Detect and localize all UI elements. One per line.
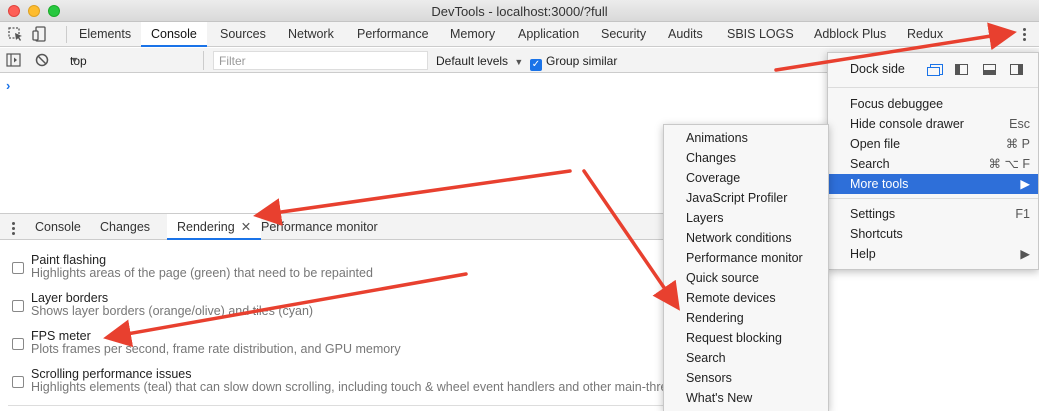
more-tools-item-request-blocking[interactable]: Request blocking xyxy=(664,328,828,348)
more-tools-menu: Animations Changes Coverage JavaScript P… xyxy=(663,124,829,411)
more-tools-item-coverage[interactable]: Coverage xyxy=(664,168,828,188)
dock-right-icon[interactable] xyxy=(1010,64,1023,75)
option-description: Shows layer borders (orange/olive) and t… xyxy=(31,304,314,318)
more-tools-item-changes[interactable]: Changes xyxy=(664,148,828,168)
option-description: Plots frames per second, frame rate dist… xyxy=(31,342,401,356)
dock-left-icon[interactable] xyxy=(955,64,968,75)
context-selector[interactable]: top ▼ xyxy=(62,51,204,70)
filter-input[interactable]: Filter xyxy=(213,51,428,70)
tab-security[interactable]: Security xyxy=(591,22,656,47)
more-tools-item-sensors[interactable]: Sensors xyxy=(664,368,828,388)
toolbar-divider xyxy=(66,26,67,43)
more-tools-item-quick-source[interactable]: Quick source xyxy=(664,268,828,288)
chevron-down-icon: ▼ xyxy=(514,57,524,67)
chevron-right-icon: ▶ xyxy=(1020,247,1030,261)
tab-memory[interactable]: Memory xyxy=(440,22,505,47)
close-icon[interactable]: ✕ xyxy=(241,220,251,234)
more-tools-item-network-conditions[interactable]: Network conditions xyxy=(664,228,828,248)
tab-elements[interactable]: Elements xyxy=(69,22,141,47)
undock-icon[interactable] xyxy=(927,64,943,76)
menu-separator xyxy=(828,87,1038,88)
fps-meter-checkbox[interactable] xyxy=(12,338,24,350)
menu-item-shortcuts[interactable]: Shortcuts xyxy=(828,224,1038,244)
customize-devtools-icon[interactable] xyxy=(1023,28,1027,43)
log-levels-dropdown[interactable]: Default levels ▼ xyxy=(436,54,523,68)
more-tools-item-performance-monitor[interactable]: Performance monitor xyxy=(664,248,828,268)
drawer-tab-console[interactable]: Console xyxy=(25,214,91,240)
menu-item-hide-console-drawer[interactable]: Hide console drawer Esc xyxy=(828,114,1038,134)
option-title: Layer borders xyxy=(31,291,109,305)
menu-item-more-tools[interactable]: More tools ▶ xyxy=(828,174,1038,194)
inspect-element-icon[interactable] xyxy=(7,26,25,42)
more-tools-item-remote-devices[interactable]: Remote devices xyxy=(664,288,828,308)
more-tools-item-animations[interactable]: Animations xyxy=(664,128,828,148)
group-similar-label: Group similar xyxy=(546,54,618,68)
menu-item-settings[interactable]: Settings F1 xyxy=(828,204,1038,224)
tab-sbis-logs[interactable]: SBIS LOGS xyxy=(717,22,804,47)
tab-adblock-plus[interactable]: Adblock Plus xyxy=(804,22,896,47)
main-tab-bar: Elements Console Sources Network Perform… xyxy=(0,22,1039,47)
more-tools-item-javascript-profiler[interactable]: JavaScript Profiler xyxy=(664,188,828,208)
drawer-tab-performance-monitor[interactable]: Performance monitor xyxy=(251,214,388,240)
chevron-right-icon: ▶ xyxy=(1020,177,1030,191)
menu-item-search[interactable]: Search ⌘ ⌥ F xyxy=(828,154,1038,174)
tab-sources[interactable]: Sources xyxy=(210,22,276,47)
dock-side-label: Dock side xyxy=(850,62,905,76)
menu-separator xyxy=(828,198,1038,199)
divider xyxy=(8,405,668,406)
chevron-down-icon: ▼ xyxy=(70,55,79,65)
more-tools-item-rendering[interactable]: Rendering xyxy=(664,308,828,328)
drawer-tab-changes[interactable]: Changes xyxy=(90,214,160,240)
window-title: DevTools - localhost:3000/?full xyxy=(431,4,608,19)
clear-console-icon[interactable] xyxy=(35,53,49,67)
more-tools-item-layers[interactable]: Layers xyxy=(664,208,828,228)
device-toolbar-icon[interactable] xyxy=(32,26,50,42)
checkmark-icon: ✓ xyxy=(530,59,542,71)
option-description: Highlights elements (teal) that can slow… xyxy=(31,380,682,394)
option-title: FPS meter xyxy=(31,329,91,343)
more-tools-item-whats-new[interactable]: What's New xyxy=(664,388,828,408)
tab-application[interactable]: Application xyxy=(508,22,589,47)
option-description: Highlights areas of the page (green) tha… xyxy=(31,266,373,280)
customize-menu: Dock side Focus debuggee Hide console dr… xyxy=(827,52,1039,270)
drawer-tab-rendering[interactable]: Rendering ✕ xyxy=(167,214,262,240)
menu-item-focus-debuggee[interactable]: Focus debuggee xyxy=(828,94,1038,114)
tab-console[interactable]: Console xyxy=(141,22,207,47)
option-title: Paint flashing xyxy=(31,253,107,267)
option-title: Scrolling performance issues xyxy=(31,367,192,381)
tab-audits[interactable]: Audits xyxy=(658,22,713,47)
tab-performance[interactable]: Performance xyxy=(347,22,439,47)
scrolling-performance-checkbox[interactable] xyxy=(12,376,24,388)
title-bar: DevTools - localhost:3000/?full xyxy=(0,0,1039,22)
log-levels-label: Default levels xyxy=(436,54,509,68)
tab-network[interactable]: Network xyxy=(278,22,344,47)
arrow-to-rendering-tab xyxy=(253,169,572,226)
show-sidebar-icon[interactable] xyxy=(6,53,21,67)
drawer-menu-icon[interactable] xyxy=(12,222,16,237)
layer-borders-checkbox[interactable] xyxy=(12,300,24,312)
tab-redux[interactable]: Redux xyxy=(897,22,953,47)
more-tools-item-search[interactable]: Search xyxy=(664,348,828,368)
group-similar-checkbox[interactable]: ✓ Group similar xyxy=(530,54,617,71)
drawer-tab-rendering-label: Rendering xyxy=(177,220,235,234)
console-prompt-icon[interactable]: › xyxy=(6,78,10,93)
menu-item-open-file[interactable]: Open file ⌘ P xyxy=(828,134,1038,154)
dock-bottom-icon[interactable] xyxy=(983,64,996,75)
menu-item-help[interactable]: Help ▶ xyxy=(828,244,1038,264)
paint-flashing-checkbox[interactable] xyxy=(12,262,24,274)
